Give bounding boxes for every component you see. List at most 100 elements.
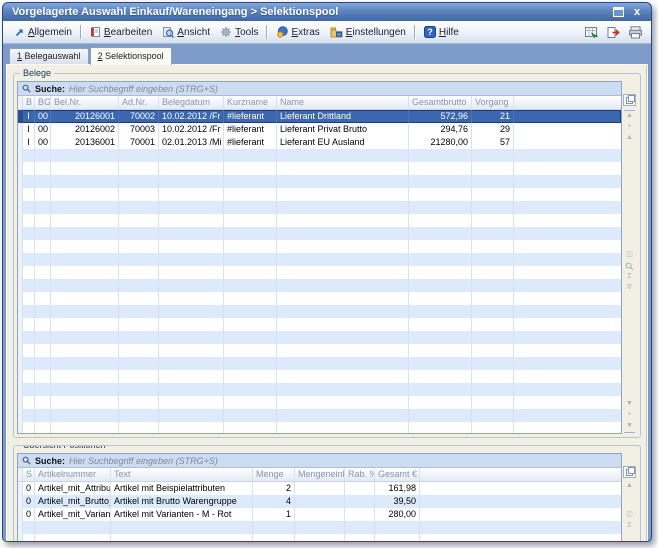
column-header-s[interactable]: S	[23, 468, 35, 481]
column-header-ad-nr-[interactable]: Ad.Nr.	[119, 96, 159, 109]
table-row-empty[interactable]	[18, 279, 621, 292]
table-row[interactable]: I00201260017000210.02.2012 /Fr#lieferant…	[18, 110, 621, 123]
menu-item-allgemein[interactable]: Allgemein	[9, 25, 77, 40]
table-row-empty[interactable]	[18, 253, 621, 266]
sum-icon[interactable]: Σ	[624, 272, 635, 283]
restore-icon[interactable]	[611, 6, 625, 18]
scroll-up-icon[interactable]: ▲	[624, 133, 635, 144]
table-row-empty[interactable]	[18, 266, 621, 279]
copy-icon[interactable]	[623, 466, 636, 478]
table-row-empty[interactable]	[18, 318, 621, 331]
table-row-empty[interactable]	[18, 396, 621, 409]
table-row-empty[interactable]	[18, 409, 621, 422]
table-row-empty[interactable]	[18, 240, 621, 253]
column-header-text[interactable]: Text	[111, 468, 253, 481]
column-header-gesamtbrutto[interactable]: Gesamtbrutto	[409, 96, 472, 109]
column-header-filler[interactable]	[514, 96, 621, 109]
close-icon[interactable]: x	[630, 6, 644, 18]
table-cell	[224, 422, 277, 433]
table-row-empty[interactable]	[18, 344, 621, 357]
filter-icon[interactable]: ∇	[624, 283, 635, 294]
table-row[interactable]: 0Artikel_mit_Varianten.Artikel mit Varia…	[18, 508, 621, 521]
title-bar[interactable]: Vorgelagerte Auswahl Einkauf/Wareneingan…	[3, 3, 651, 21]
belege-search-input[interactable]: Suche: Hier Suchbegriff eingeben (STRG+S…	[18, 82, 621, 96]
table-row[interactable]: 0Artikel_mit_AttributenArtikel mit Beisp…	[18, 482, 621, 495]
table-row[interactable]: I00201260027000310.02.2012 /Fr#lieferant…	[18, 123, 621, 136]
table-cell	[409, 370, 472, 383]
tab-selektionspool[interactable]: 2 Selektionspool	[90, 47, 172, 65]
scroll-bottom-icon[interactable]: ▼	[624, 421, 635, 433]
svg-text:?: ?	[427, 27, 433, 37]
positionen-search-input[interactable]: Suche: Hier Suchbegriff eingeben (STRG+S…	[18, 454, 621, 468]
view-magnifier-icon	[162, 26, 174, 38]
table-row[interactable]: 0Artikel_mit_Brutto_WGArtikel mit Brutto…	[18, 495, 621, 508]
table-row-empty[interactable]	[18, 422, 621, 433]
table-cell	[514, 383, 621, 396]
table-cell	[35, 357, 51, 370]
menu-item-einstellungen[interactable]: Einstellungen	[325, 25, 411, 40]
column-header-vorgang[interactable]: Vorgang	[472, 96, 514, 109]
table-row-empty[interactable]	[18, 162, 621, 175]
magnifier-icon[interactable]	[624, 261, 635, 272]
scroll-up-icon[interactable]: ▲	[624, 481, 635, 492]
exit-icon[interactable]	[606, 26, 621, 39]
menu-item-extras[interactable]: Extras	[271, 24, 324, 40]
table-row-empty[interactable]	[18, 227, 621, 240]
copy-icon[interactable]	[623, 94, 636, 106]
column-header-artikelnummer[interactable]: Artikelnummer	[35, 468, 111, 481]
column-header-gesamt-[interactable]: Gesamt €	[375, 468, 420, 481]
column-header-menge[interactable]: Menge	[253, 468, 295, 481]
table-row-empty[interactable]	[18, 521, 621, 534]
table-cell	[23, 214, 35, 227]
table-row[interactable]: I00201360017000102.01.2013 /Mi#lieferant…	[18, 136, 621, 149]
tab-belegauswahl[interactable]: 1 Belegauswahl	[9, 48, 89, 64]
table-cell	[472, 175, 514, 188]
column-header-kurzname[interactable]: Kurzname	[224, 96, 277, 109]
menu-item-tools[interactable]: Tools	[215, 24, 263, 40]
table-cell	[159, 318, 224, 331]
table-cell	[51, 266, 119, 279]
table-cell	[35, 370, 51, 383]
insert-row-icon[interactable]: +	[624, 122, 635, 133]
table-cell: Artikel_mit_Brutto_WG	[35, 495, 111, 508]
scroll-top-icon[interactable]: ▲	[624, 110, 635, 122]
table-row-empty[interactable]	[18, 383, 621, 396]
column-header-rab-[interactable]: Rab. %	[345, 468, 375, 481]
columns-icon[interactable]: ◫	[624, 510, 635, 521]
table-cell	[514, 162, 621, 175]
table-cell	[119, 266, 159, 279]
table-row-empty[interactable]	[18, 357, 621, 370]
menu-item-ansicht[interactable]: Ansicht	[157, 24, 215, 40]
table-row-empty[interactable]	[18, 534, 621, 542]
export-grid-icon[interactable]	[584, 26, 599, 39]
table-row-empty[interactable]	[18, 149, 621, 162]
table-row-empty[interactable]	[18, 331, 621, 344]
sum-icon[interactable]: Σ	[624, 521, 635, 532]
column-header-name[interactable]: Name	[277, 96, 409, 109]
column-header-belegdatum[interactable]: Belegdatum	[159, 96, 224, 109]
table-row-empty[interactable]	[18, 188, 621, 201]
column-header-bel-nr-[interactable]: Bel.Nr.	[51, 96, 119, 109]
table-cell	[472, 214, 514, 227]
table-cell: Artikel mit Varianten - M - Rot	[111, 508, 253, 521]
table-row-empty[interactable]	[18, 201, 621, 214]
table-row-empty[interactable]	[18, 175, 621, 188]
table-cell	[23, 409, 35, 422]
table-cell	[224, 396, 277, 409]
table-row-empty[interactable]	[18, 214, 621, 227]
columns-icon[interactable]: ◫	[624, 250, 635, 261]
column-header-b[interactable]: B	[23, 96, 35, 109]
table-row-empty[interactable]	[18, 305, 621, 318]
append-row-icon[interactable]: +	[624, 410, 635, 421]
column-header-mengeneinheit[interactable]: Mengeneinheit	[295, 468, 345, 481]
scroll-down-icon[interactable]: ▼	[624, 399, 635, 410]
menu-item-bearbeiten[interactable]: Bearbeiten	[85, 24, 157, 40]
table-cell	[277, 344, 409, 357]
table-row-empty[interactable]	[18, 292, 621, 305]
print-icon[interactable]	[628, 26, 643, 39]
table-cell	[23, 422, 35, 433]
table-row-empty[interactable]	[18, 370, 621, 383]
column-header-bg[interactable]: BG	[35, 96, 51, 109]
column-header-filler[interactable]	[420, 468, 621, 481]
menu-item-hilfe[interactable]: ?Hilfe	[419, 24, 464, 40]
